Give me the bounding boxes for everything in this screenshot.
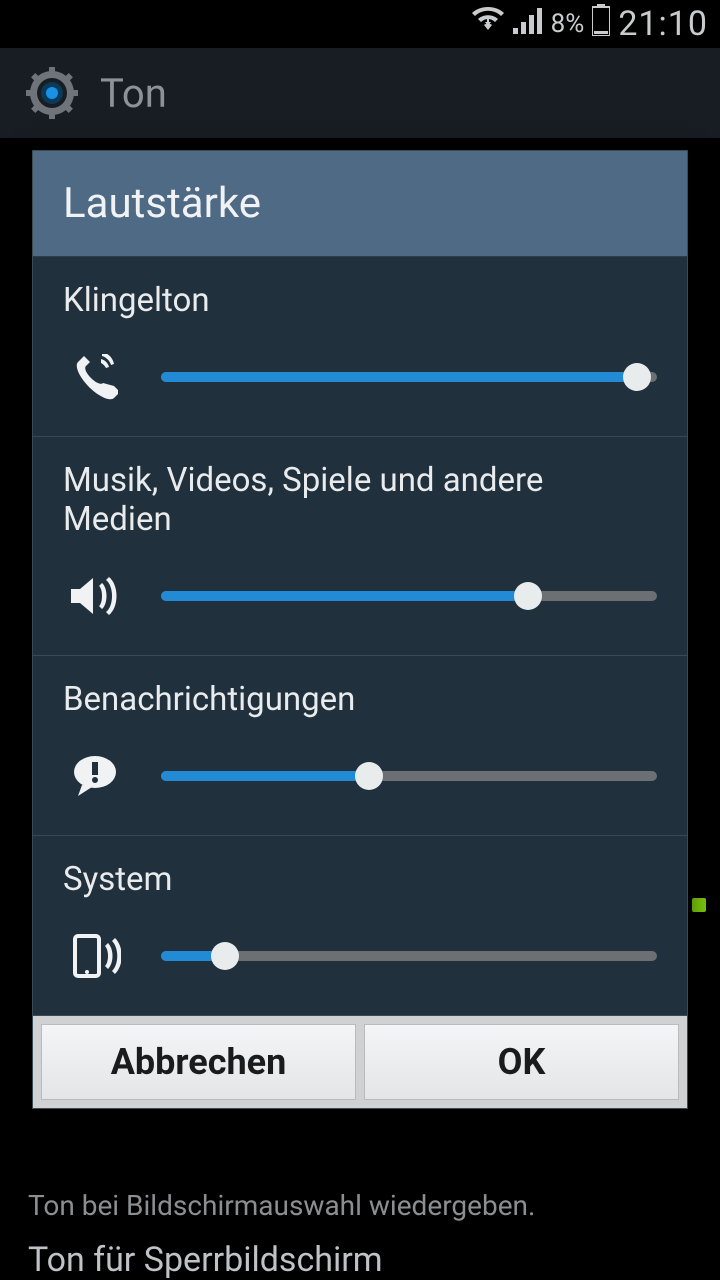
volume-section-ringtone: Klingelton [33,257,687,437]
bg-item-label: Ton für Sperrbildschirm [28,1222,692,1280]
signal-icon [513,6,543,42]
section-label: Klingelton [63,281,657,320]
volume-dialog: Lautstärke Klingelton Musik, Videos, Spi… [32,150,688,1109]
settings-gear-icon [26,67,78,119]
volume-section-media: Musik, Videos, Spiele und andere Medien [33,437,687,656]
phone-ring-icon [63,352,127,402]
section-label: System [63,860,657,899]
ok-button[interactable]: OK [364,1024,679,1100]
battery-icon [592,4,610,44]
phone-vibrate-icon [63,931,127,981]
bg-toggle-peek [692,898,706,912]
dialog-button-bar: Abbrechen OK [33,1016,687,1108]
section-label: Benachrichtigungen [63,680,657,719]
status-bar: 8% 21:10 [0,0,720,48]
section-label: Musik, Videos, Spiele und andere Medien [63,461,657,539]
notification-icon [63,751,127,801]
dialog-title: Lautstärke [33,151,687,257]
cancel-button[interactable]: Abbrechen [41,1024,356,1100]
media-slider[interactable] [161,582,657,610]
ringtone-slider[interactable] [161,363,657,391]
system-slider[interactable] [161,942,657,970]
speaker-icon [63,571,127,621]
battery-percent: 8% [551,9,585,39]
wifi-icon [471,6,505,42]
clock: 21:10 [618,4,708,44]
app-bar: Ton [0,48,720,138]
volume-section-system: System [33,836,687,1016]
bg-subtitle: Ton bei Bildschirmauswahl wiedergeben. [28,1183,692,1222]
page-title: Ton [100,70,167,117]
notification-slider[interactable] [161,762,657,790]
volume-section-notifications: Benachrichtigungen [33,656,687,836]
